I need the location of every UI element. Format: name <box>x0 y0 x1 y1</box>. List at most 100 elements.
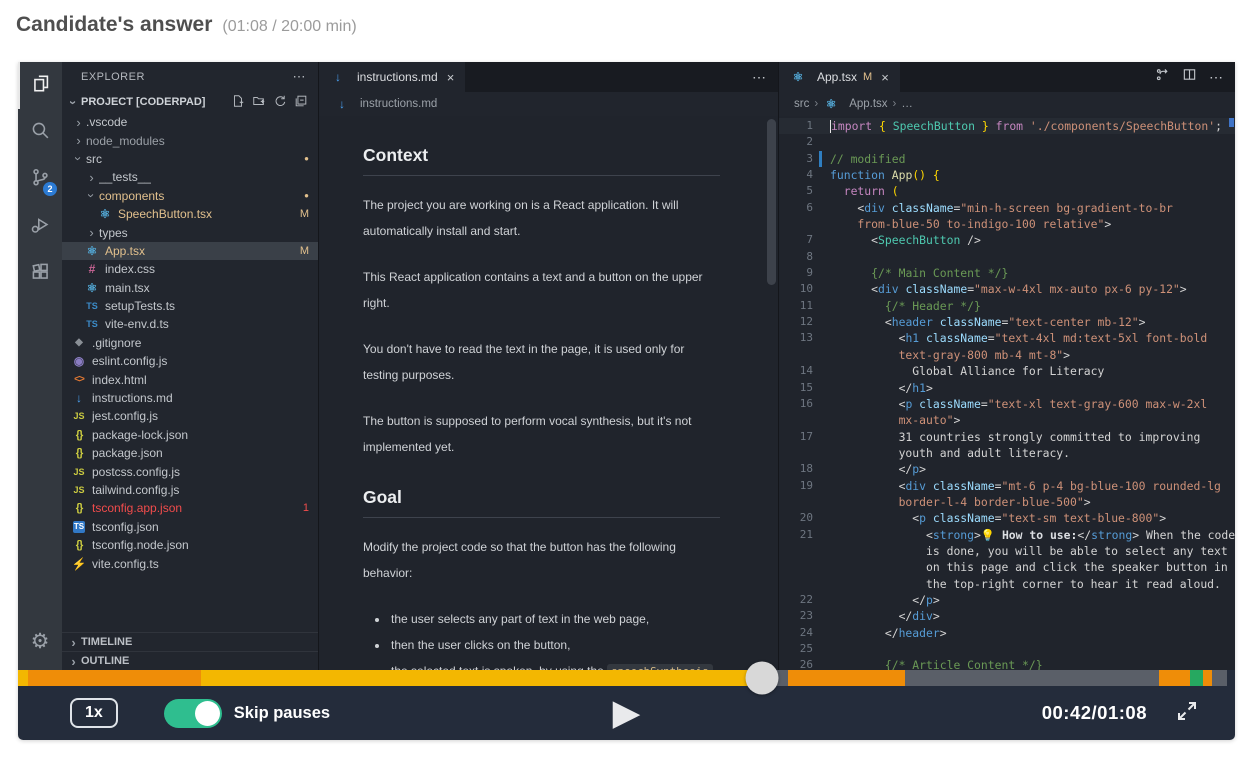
speed-button[interactable]: 1x <box>70 698 118 728</box>
file-tree-item-index-html[interactable]: <>index.html <box>62 370 318 388</box>
ts-file-icon: TS <box>84 301 100 311</box>
playback-progress-bar[interactable] <box>18 670 1235 686</box>
file-tree-item-speechbutton-tsx[interactable]: ⚛SpeechButton.tsxM <box>62 205 318 223</box>
git-file-icon: ◆ <box>71 337 87 348</box>
text-run: the user selects any part of text in the… <box>391 612 649 626</box>
file-tree-item-jest-config-js[interactable]: JSjest.config.js <box>62 407 318 425</box>
breadcrumb-item[interactable]: src <box>794 98 809 110</box>
progress-handle[interactable] <box>745 662 778 695</box>
code-line: 25 <box>779 641 1235 657</box>
breadcrumb-item[interactable]: … <box>901 98 913 110</box>
editor-more-actions-icon[interactable]: ⋯ <box>752 69 766 86</box>
code-text: </header> <box>830 625 947 641</box>
instructions-tab-bar: ↓ instructions.md × ⋯ <box>319 62 778 92</box>
fullscreen-expand-icon[interactable] <box>1175 699 1199 728</box>
open-changes-icon[interactable] <box>1155 67 1170 87</box>
file-name: index.css <box>105 262 155 276</box>
run-debug-activity-button[interactable] <box>18 203 62 250</box>
sidebar-section-outline[interactable]: ›OUTLINE <box>62 651 318 670</box>
tab-app-tsx[interactable]: ⚛ App.tsx M × <box>779 62 900 92</box>
file-tree-item--tests-[interactable]: ›__tests__ <box>62 168 318 186</box>
extensions-icon <box>30 261 51 287</box>
refresh-icon[interactable] <box>273 94 287 111</box>
run-debug-icon <box>30 214 51 240</box>
file-tree-item-vite-env-d-ts[interactable]: TSvite-env.d.ts <box>62 315 318 333</box>
file-name: components <box>99 189 164 203</box>
code-editor[interactable]: 1import { SpeechButton } from './compone… <box>779 116 1235 670</box>
explorer-activity-button[interactable] <box>18 62 62 109</box>
project-section-header[interactable]: › PROJECT [CODERPAD] <box>62 91 318 113</box>
file-tree-item-tailwind-config-js[interactable]: JStailwind.config.js <box>62 481 318 499</box>
file-tree: ›.vscode›node_modules›src●›__tests__›com… <box>62 113 318 573</box>
file-tree-item-tsconfig-json[interactable]: TStsconfig.json <box>62 518 318 536</box>
breadcrumb-item[interactable]: App.tsx <box>849 98 887 110</box>
playback-player: 2 ⚙ EXPLORER ⋯ <box>18 62 1235 740</box>
file-tree-item-src[interactable]: ›src● <box>62 150 318 168</box>
close-icon[interactable]: × <box>447 70 455 85</box>
explorer-more-actions-icon[interactable]: ⋯ <box>293 69 307 85</box>
code-line: 11 {/* Header */} <box>779 298 1235 314</box>
tab-instructions-md[interactable]: ↓ instructions.md × <box>319 62 465 92</box>
gutter <box>813 314 830 330</box>
file-tree-item-eslint-config-js[interactable]: ◉eslint.config.js <box>62 352 318 370</box>
file-tree-item--gitignore[interactable]: ◆.gitignore <box>62 334 318 352</box>
close-icon[interactable]: × <box>881 70 889 85</box>
file-tree-item-package-lock-json[interactable]: {}package-lock.json <box>62 426 318 444</box>
code-line: 15 </h1> <box>779 380 1235 396</box>
file-name: tsconfig.node.json <box>92 538 189 552</box>
code-line: on this page and click the speaker butto… <box>779 559 1235 575</box>
editor-breadcrumb[interactable]: src›⚛App.tsx›… <box>779 92 1235 116</box>
file-tree-item-tsconfig-app-json[interactable]: {}tsconfig.app.json1 <box>62 499 318 517</box>
code-text: text-gray-800 mb-4 mt-8"> <box>830 347 1070 363</box>
text-run: The button is supposed to perform vocal … <box>363 414 691 454</box>
source-control-activity-button[interactable]: 2 <box>18 156 62 203</box>
scrollbar-thumb[interactable] <box>767 119 776 285</box>
skip-pauses-toggle[interactable] <box>164 699 222 728</box>
file-tree-item-package-json[interactable]: {}package.json <box>62 444 318 462</box>
file-name: package.json <box>92 446 163 460</box>
file-tree-item-app-tsx[interactable]: ⚛App.tsxM <box>62 242 318 260</box>
code-line: 2 <box>779 134 1235 150</box>
collapse-all-icon[interactable] <box>294 94 308 111</box>
instructions-breadcrumb[interactable]: ↓ instructions.md <box>319 92 778 116</box>
gutter <box>813 641 830 657</box>
file-tree-item-components[interactable]: ›components● <box>62 187 318 205</box>
text-run: then the user clicks on the button, <box>391 638 570 652</box>
line-number: 24 <box>779 625 813 641</box>
file-tree-item-setuptests-ts[interactable]: TSsetupTests.ts <box>62 297 318 315</box>
tab-label: App.tsx <box>817 70 857 84</box>
code-line: 7 <SpeechButton /> <box>779 232 1235 248</box>
gutter <box>813 151 830 167</box>
sidebar-section-timeline[interactable]: ›TIMELINE <box>62 632 318 651</box>
code-text: on this page and click the speaker butto… <box>830 559 1228 575</box>
line-number: 25 <box>779 641 813 657</box>
git-modified-badge: M <box>300 245 309 257</box>
ts-file-icon: TS <box>84 319 100 329</box>
split-editor-icon[interactable] <box>1182 67 1197 87</box>
manage-gear-icon[interactable]: ⚙ <box>31 629 50 654</box>
file-tree-item-main-tsx[interactable]: ⚛main.tsx <box>62 279 318 297</box>
file-tree-item-vite-config-ts[interactable]: ⚡vite.config.ts <box>62 554 318 572</box>
file-tree-item-node-modules[interactable]: ›node_modules <box>62 131 318 149</box>
file-tree-item-index-css[interactable]: #index.css <box>62 260 318 278</box>
progress-track[interactable] <box>18 670 1227 686</box>
react-file-icon: ⚛ <box>84 281 100 295</box>
play-button[interactable]: ▶ <box>613 694 641 730</box>
file-tree-item-postcss-config-js[interactable]: JSpostcss.config.js <box>62 462 318 480</box>
line-number: 18 <box>779 461 813 477</box>
editor-more-actions-icon[interactable]: ⋯ <box>1209 69 1223 86</box>
file-tree-item--vscode[interactable]: ›.vscode <box>62 113 318 131</box>
code-text: </p> <box>830 461 926 477</box>
code-line: 4function App() { <box>779 167 1235 183</box>
new-file-icon[interactable] <box>231 94 245 111</box>
code-text: {/* Main Content */} <box>830 265 1008 281</box>
new-folder-icon[interactable] <box>252 94 266 111</box>
search-activity-button[interactable] <box>18 109 62 156</box>
file-tree-item-tsconfig-node-json[interactable]: {}tsconfig.node.json <box>62 536 318 554</box>
file-tree-item-instructions-md[interactable]: ↓instructions.md <box>62 389 318 407</box>
code-text: <div className="mt-6 p-4 bg-blue-100 rou… <box>830 478 1221 494</box>
react-file-icon: ⚛ <box>97 207 113 221</box>
extensions-activity-button[interactable] <box>18 250 62 297</box>
gutter <box>813 183 830 199</box>
file-tree-item-types[interactable]: ›types <box>62 223 318 241</box>
